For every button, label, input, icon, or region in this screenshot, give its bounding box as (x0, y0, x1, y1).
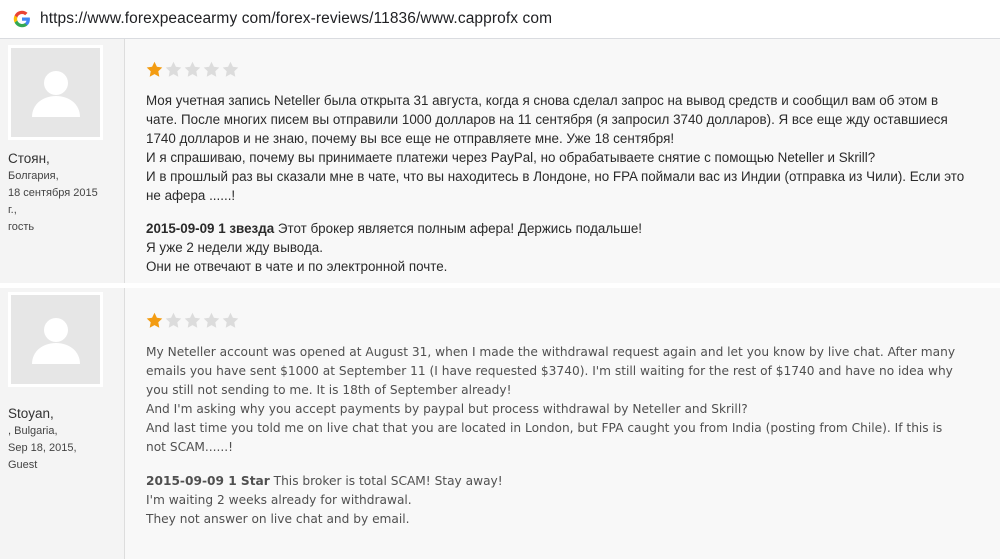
star-empty-icon (222, 61, 239, 77)
avatar (8, 45, 103, 140)
review-line: I'm waiting 2 weeks already for withdraw… (146, 492, 412, 507)
author-role: гость (8, 221, 35, 233)
author-role: Guest (8, 459, 38, 471)
summary-date: 2015-09-09 1 звезда (146, 221, 275, 236)
review-card: Стоян, Болгария, 18 сентября 2015 г., го… (0, 39, 1000, 283)
review-author: Stoyan, , Bulgaria, Sep 18, 2015, Guest (8, 404, 77, 474)
avatar (8, 292, 103, 387)
star-empty-icon (222, 312, 239, 328)
review-line: not SCAM......! (146, 440, 234, 455)
review-line: you still not sending to me. It is 18th … (146, 383, 512, 398)
review-line: И в прошлый раз вы сказали мне в чате, ч… (146, 169, 965, 184)
review-line: Моя учетная запись Neteller была открыта… (146, 93, 939, 108)
review-summary: 2015-09-09 1 звезда Этот брокер является… (146, 219, 991, 238)
review-card: Stoyan, , Bulgaria, Sep 18, 2015, Guest … (0, 288, 1000, 559)
review-summary: 2015-09-09 1 Star This broker is total S… (146, 472, 991, 491)
address-bar[interactable]: https://www.forexpeacearmy com/forex-rev… (0, 0, 1000, 39)
author-location: , Bulgaria, (8, 425, 58, 437)
review-date: 18 сентября 2015 (8, 187, 98, 199)
star-empty-icon (165, 312, 182, 328)
review-line: They not answer on live chat and by emai… (146, 511, 410, 526)
summary-text: Этот брокер является полным афера! Держи… (277, 221, 643, 236)
review-line: Я уже 2 недели жду вывода. (146, 240, 323, 255)
user-placeholder-icon (31, 317, 80, 364)
review-line: And last time you told me on live chat t… (146, 421, 943, 436)
user-placeholder-icon (31, 70, 80, 117)
google-icon (13, 10, 31, 28)
review-line: emails you have sent $1000 at September … (146, 364, 953, 379)
summary-text: This broker is total SCAM! Stay away! (273, 473, 503, 488)
review-author: Стоян, Болгария, 18 сентября 2015 г., го… (8, 149, 98, 236)
star-empty-icon (165, 61, 182, 77)
star-filled-icon (146, 312, 163, 328)
author-location: Болгария, (8, 170, 59, 182)
star-empty-icon (184, 61, 201, 77)
review-line: И я спрашиваю, почему вы принимаете плат… (146, 150, 876, 165)
star-empty-icon (203, 61, 220, 77)
review-line: чате. После многих писем вы отправили 10… (146, 112, 948, 127)
review-line: My Neteller account was opened at August… (146, 345, 956, 359)
review-line: не афера ......! (146, 188, 236, 203)
url-text[interactable]: https://www.forexpeacearmy com/forex-rev… (40, 10, 552, 28)
review-divider (124, 39, 125, 283)
review-line: And I'm asking why you accept payments b… (146, 402, 748, 417)
summary-date: 2015-09-09 1 Star (146, 473, 270, 488)
author-name: Стоян, (8, 151, 50, 166)
review-date-suffix: г., (8, 204, 17, 216)
star-rating (146, 312, 239, 329)
star-empty-icon (203, 312, 220, 328)
review-date: Sep 18, 2015, (8, 442, 77, 454)
star-filled-icon (146, 61, 163, 77)
review-line: 1740 долларов и не знаю, почему вы все е… (146, 131, 675, 146)
star-rating (146, 61, 239, 78)
author-name: Stoyan, (8, 406, 54, 421)
review-divider (124, 288, 125, 559)
review-text: Моя учетная запись Neteller была открыта… (146, 91, 991, 276)
star-empty-icon (184, 312, 201, 328)
review-text: My Neteller account was opened at August… (146, 343, 991, 529)
review-line: Они не отвечают в чате и по электронной … (146, 259, 448, 274)
